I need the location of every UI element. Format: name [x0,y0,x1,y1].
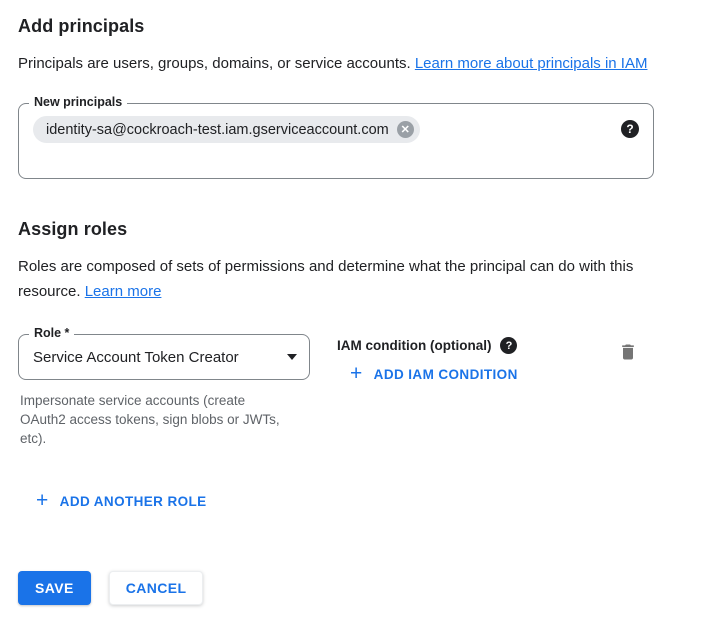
plus-icon: + [36,494,49,508]
role-row: Role * Service Account Token Creator Imp… [18,334,695,448]
cancel-button[interactable]: CANCEL [109,571,204,605]
principals-description: Principals are users, groups, domains, o… [18,51,670,76]
trash-icon [618,342,638,362]
new-principals-label: New principals [29,95,127,109]
learn-more-principals-link[interactable]: Learn more about principals in IAM [415,55,648,72]
plus-icon: + [350,367,363,381]
add-another-role-label: ADD ANOTHER ROLE [60,494,207,509]
iam-condition-label: IAM condition (optional) [337,338,491,353]
role-helper-text: Impersonate service accounts (create OAu… [18,391,288,448]
role-select[interactable]: Role * Service Account Token Creator [18,334,310,380]
new-principals-help-icon[interactable]: ? [621,120,639,138]
add-iam-condition-button[interactable]: + ADD IAM CONDITION [350,367,518,382]
dialog-actions: SAVE CANCEL [18,571,695,605]
new-principals-field[interactable]: New principals identity-sa@cockroach-tes… [18,103,654,179]
assign-roles-title: Assign roles [18,219,695,240]
role-column: Role * Service Account Token Creator Imp… [18,334,310,448]
principals-description-text: Principals are users, groups, domains, o… [18,55,415,72]
iam-condition-help-icon[interactable]: ? [500,337,517,354]
chevron-down-icon [287,354,297,360]
learn-more-roles-link[interactable]: Learn more [85,283,162,300]
add-principals-panel: Add principals Principals are users, gro… [0,0,713,605]
chip-remove-icon[interactable]: ✕ [397,121,414,138]
principal-chip-text: identity-sa@cockroach-test.iam.gservicea… [46,122,389,138]
iam-condition-column: IAM condition (optional) ? + ADD IAM CON… [337,334,518,386]
page-title: Add principals [18,16,695,37]
role-select-value: Service Account Token Creator [33,349,239,366]
principal-chip: identity-sa@cockroach-test.iam.gservicea… [33,116,420,143]
role-select-label: Role * [29,326,74,340]
delete-role-column [618,334,638,367]
roles-description: Roles are composed of sets of permission… [18,254,670,304]
save-button[interactable]: SAVE [18,571,91,605]
add-another-role-button[interactable]: + ADD ANOTHER ROLE [36,494,207,509]
delete-role-button[interactable] [618,342,638,362]
add-iam-condition-label: ADD IAM CONDITION [374,367,518,382]
iam-condition-header: IAM condition (optional) ? [337,337,518,354]
